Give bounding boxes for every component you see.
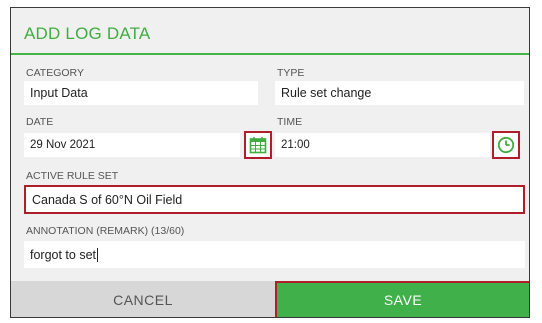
frame-left (0, 0, 10, 323)
category-value: Input Data (30, 86, 88, 100)
time-field[interactable]: 21:00 (275, 133, 490, 157)
cancel-button[interactable]: CANCEL (11, 281, 275, 317)
annotation-input[interactable]: forgot to set (24, 241, 525, 268)
date-picker-button[interactable] (244, 131, 272, 159)
category-field[interactable]: Input Data (24, 81, 258, 105)
frame-top (0, 0, 542, 7)
date-field[interactable]: 29 Nov 2021 (24, 133, 240, 157)
add-log-data-dialog: ADD LOG DATA CATEGORY Input Data TYPE Ru… (10, 7, 530, 318)
calendar-icon (249, 137, 267, 154)
frame-right (530, 0, 542, 323)
clock-icon (497, 136, 515, 154)
save-button[interactable]: SAVE (275, 281, 529, 317)
category-label: CATEGORY (26, 67, 84, 79)
date-value: 29 Nov 2021 (30, 139, 96, 151)
time-picker-button[interactable] (492, 131, 520, 159)
text-cursor (97, 247, 99, 262)
active-rule-set-label: ACTIVE RULE SET (26, 170, 119, 182)
dialog-header: ADD LOG DATA (11, 8, 529, 55)
active-rule-set-field[interactable]: Canada S of 60°N Oil Field (24, 185, 525, 214)
annotation-value: forgot to set (30, 247, 97, 262)
time-label: TIME (277, 116, 303, 128)
time-value: 21:00 (281, 139, 310, 151)
type-field[interactable]: Rule set change (275, 81, 524, 105)
annotation-label: ANNOTATION (REMARK) (13/60) (26, 225, 185, 237)
date-label: DATE (26, 116, 54, 128)
type-value: Rule set change (281, 86, 372, 100)
dialog-title: ADD LOG DATA (24, 24, 151, 43)
type-label: TYPE (277, 67, 305, 79)
active-rule-set-value: Canada S of 60°N Oil Field (32, 192, 183, 207)
frame-bottom (0, 318, 542, 323)
